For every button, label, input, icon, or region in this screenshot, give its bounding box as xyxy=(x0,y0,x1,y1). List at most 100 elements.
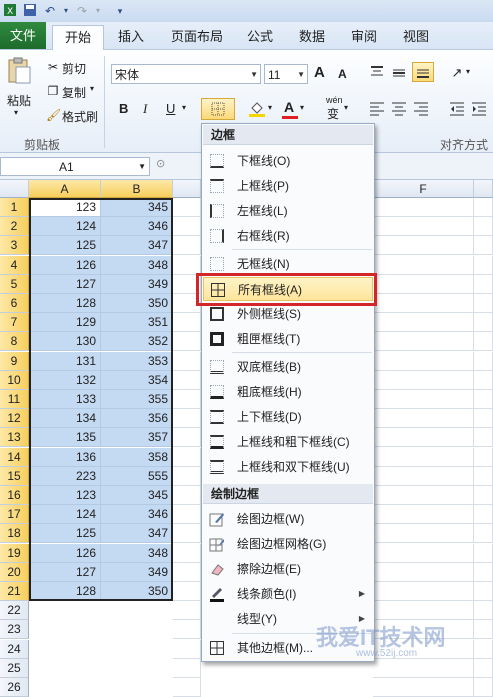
cell[interactable] xyxy=(173,486,201,505)
cell[interactable] xyxy=(373,428,474,447)
align-center-icon[interactable] xyxy=(390,100,408,121)
cell[interactable] xyxy=(173,198,201,217)
cell[interactable] xyxy=(373,505,474,524)
column-header-f[interactable]: F xyxy=(373,180,474,198)
paste-button[interactable]: 粘贴 xyxy=(7,92,31,109)
cell[interactable] xyxy=(474,467,493,486)
column-header-a[interactable]: A xyxy=(29,180,101,198)
copy-button[interactable]: 复制 xyxy=(62,84,86,101)
font-color-button[interactable]: A xyxy=(284,99,294,115)
cell[interactable] xyxy=(474,313,493,332)
tab-formulas[interactable]: 公式 xyxy=(244,25,276,49)
cell[interactable] xyxy=(373,236,474,255)
cell[interactable] xyxy=(474,640,493,659)
cell[interactable] xyxy=(173,217,201,236)
underline-button[interactable]: U xyxy=(166,101,175,116)
font-color-dropdown-icon[interactable]: ▾ xyxy=(300,103,304,112)
borders-button[interactable] xyxy=(201,98,235,120)
phonetic-button[interactable]: 变 xyxy=(327,105,339,122)
undo-icon[interactable]: ↶ xyxy=(42,3,58,19)
cell[interactable] xyxy=(474,524,493,543)
cell[interactable] xyxy=(373,217,474,236)
row-header[interactable]: 14 xyxy=(0,448,29,467)
row-header[interactable]: 5 xyxy=(0,275,29,294)
row-header[interactable]: 12 xyxy=(0,409,29,428)
cell[interactable] xyxy=(474,601,493,620)
fill-color-icon[interactable] xyxy=(247,99,267,122)
cell[interactable] xyxy=(373,390,474,409)
cell[interactable] xyxy=(173,563,201,582)
row-header[interactable]: 15 xyxy=(0,467,29,486)
formula-bar-handle-icon[interactable]: ⊙ xyxy=(156,157,170,175)
font-size-combo[interactable]: 11 ▼ xyxy=(264,64,308,84)
cell[interactable] xyxy=(474,294,493,313)
cell[interactable] xyxy=(173,352,201,371)
align-top-icon[interactable] xyxy=(368,64,386,85)
row-header[interactable]: 2 xyxy=(0,217,29,236)
cut-button[interactable]: 剪切 xyxy=(62,60,86,77)
save-icon[interactable] xyxy=(22,3,38,19)
cell[interactable] xyxy=(474,275,493,294)
cell[interactable] xyxy=(373,371,474,390)
cell[interactable] xyxy=(373,275,474,294)
redo-icon[interactable]: ↷ xyxy=(74,3,90,19)
paste-icon[interactable] xyxy=(6,56,32,86)
cell[interactable] xyxy=(373,563,474,582)
row-header[interactable]: 3 xyxy=(0,236,29,255)
row-header[interactable]: 6 xyxy=(0,294,29,313)
cell[interactable] xyxy=(474,448,493,467)
cell[interactable] xyxy=(373,524,474,543)
cell[interactable] xyxy=(173,428,201,447)
customize-toolbar-icon[interactable]: ▾ xyxy=(112,3,128,19)
menu-item-top-double-bottom-border[interactable]: 上框线和双下框线(U) xyxy=(203,455,373,479)
tab-file[interactable]: 文件 xyxy=(0,22,46,49)
cell[interactable] xyxy=(173,313,201,332)
redo-dropdown-icon[interactable]: ▾ xyxy=(90,3,106,19)
cell[interactable] xyxy=(173,544,201,563)
cell[interactable] xyxy=(173,678,201,697)
cell[interactable] xyxy=(173,371,201,390)
column-header-g[interactable] xyxy=(474,180,493,198)
row-header[interactable]: 26 xyxy=(0,678,29,697)
phonetic-dropdown-icon[interactable]: ▾ xyxy=(344,103,348,112)
menu-item-draw-border-grid[interactable]: 绘图边框网格(G) xyxy=(203,532,373,556)
cell[interactable] xyxy=(373,294,474,313)
menu-item-top-bottom-border[interactable]: 上下框线(D) xyxy=(203,405,373,429)
row-header[interactable]: 1 xyxy=(0,198,29,217)
row-header[interactable]: 17 xyxy=(0,505,29,524)
cell[interactable] xyxy=(373,659,474,678)
cell[interactable] xyxy=(474,505,493,524)
cell[interactable] xyxy=(474,256,493,275)
copy-dropdown-icon[interactable]: ▾ xyxy=(90,84,94,93)
decrease-indent-icon[interactable] xyxy=(448,100,466,121)
cell[interactable] xyxy=(474,390,493,409)
row-header[interactable]: 20 xyxy=(0,563,29,582)
align-bottom-icon[interactable] xyxy=(412,62,434,82)
cell[interactable] xyxy=(373,582,474,601)
format-painter-button[interactable]: 格式刷 xyxy=(62,108,98,125)
cell[interactable] xyxy=(474,371,493,390)
cell[interactable] xyxy=(373,198,474,217)
menu-item-left-border[interactable]: 左框线(L) xyxy=(203,199,373,223)
column-header-hidden[interactable] xyxy=(173,180,201,198)
cell[interactable] xyxy=(373,486,474,505)
align-right-icon[interactable] xyxy=(412,100,430,121)
row-header[interactable]: 23 xyxy=(0,620,29,639)
row-header[interactable]: 11 xyxy=(0,390,29,409)
tab-data[interactable]: 数据 xyxy=(296,25,328,49)
cell[interactable] xyxy=(173,640,201,659)
row-header[interactable]: 4 xyxy=(0,256,29,275)
font-name-combo[interactable]: 宋体 ▼ xyxy=(111,64,261,84)
cell[interactable] xyxy=(373,448,474,467)
menu-item-right-border[interactable]: 右框线(R) xyxy=(203,224,373,248)
cell[interactable] xyxy=(373,544,474,563)
cell[interactable] xyxy=(474,332,493,351)
row-header[interactable]: 7 xyxy=(0,313,29,332)
menu-item-thick-bottom-border[interactable]: 粗底框线(H) xyxy=(203,380,373,404)
bold-button[interactable]: B xyxy=(119,101,128,116)
column-header-b[interactable]: B xyxy=(101,180,173,198)
cell[interactable] xyxy=(373,352,474,371)
cell[interactable] xyxy=(173,659,201,678)
tab-review[interactable]: 审阅 xyxy=(348,25,380,49)
cell[interactable] xyxy=(474,659,493,678)
